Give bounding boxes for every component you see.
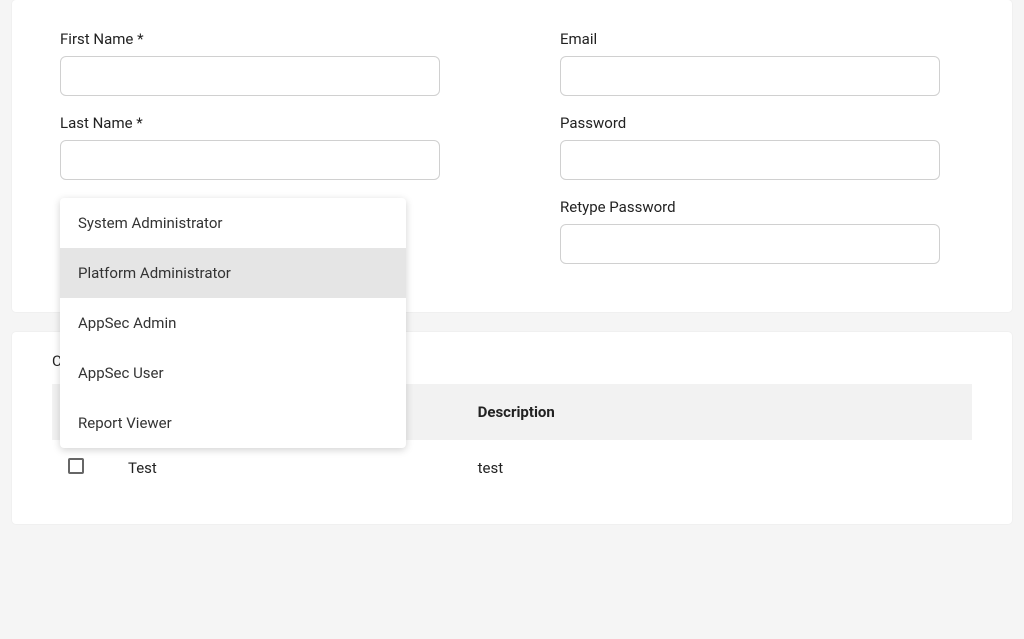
- last-name-field: Last Name *: [60, 114, 440, 180]
- table-row: Test test: [52, 440, 972, 496]
- first-name-input[interactable]: [60, 56, 440, 96]
- first-name-label: First Name *: [60, 30, 440, 48]
- role-option-label: Platform Administrator: [78, 264, 231, 282]
- role-option-platform-administrator[interactable]: Platform Administrator: [60, 248, 406, 298]
- role-option-appsec-admin[interactable]: AppSec Admin: [60, 298, 406, 348]
- password-field: Password: [560, 114, 940, 180]
- row-checkbox[interactable]: [68, 458, 84, 474]
- role-option-label: AppSec User: [78, 364, 164, 382]
- role-option-label: AppSec Admin: [78, 314, 176, 332]
- role-option-report-viewer[interactable]: Report Viewer: [60, 398, 406, 448]
- email-field: Email: [560, 30, 940, 96]
- retype-password-field: Retype Password: [560, 198, 940, 264]
- password-input[interactable]: [560, 140, 940, 180]
- row-group-description: test: [462, 440, 972, 496]
- role-option-label: Report Viewer: [78, 414, 172, 432]
- password-label: Password: [560, 114, 940, 132]
- email-input[interactable]: [560, 56, 940, 96]
- row-group-name: Test: [112, 440, 462, 496]
- retype-password-label: Retype Password: [560, 198, 940, 216]
- user-form-card: First Name * Email Last Name * Password …: [12, 0, 1012, 312]
- groups-col-description: Description: [462, 384, 972, 440]
- last-name-input[interactable]: [60, 140, 440, 180]
- email-label: Email: [560, 30, 940, 48]
- role-option-label: System Administrator: [78, 214, 222, 232]
- role-dropdown-popup[interactable]: System Administrator Platform Administra…: [60, 198, 406, 448]
- role-option-system-administrator[interactable]: System Administrator: [60, 198, 406, 248]
- last-name-label: Last Name *: [60, 114, 440, 132]
- first-name-field: First Name *: [60, 30, 440, 96]
- retype-password-input[interactable]: [560, 224, 940, 264]
- role-option-appsec-user[interactable]: AppSec User: [60, 348, 406, 398]
